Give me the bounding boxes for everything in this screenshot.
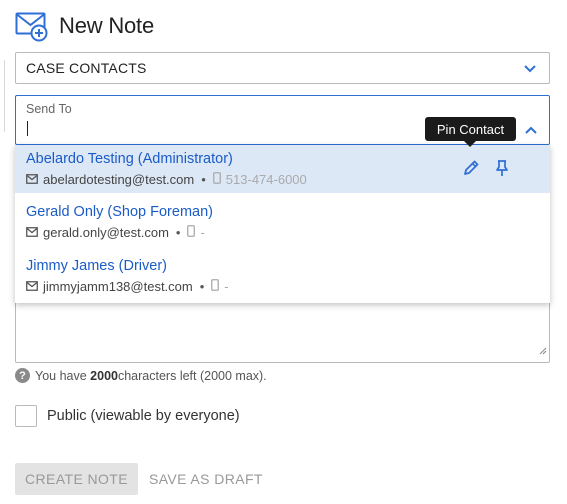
separator-dot: •: [199, 279, 205, 294]
mail-icon: [26, 225, 38, 240]
pin-contact-tooltip: Pin Contact: [425, 117, 516, 147]
contact-name: Abelardo Testing: [26, 151, 134, 167]
contact-option[interactable]: Abelardo Testing (Administrator) abelard…: [15, 145, 550, 193]
page-header: New Note: [15, 10, 154, 42]
side-panel-edge: [0, 60, 5, 132]
char-count-prefix: You have: [35, 368, 87, 383]
send-to-label: Send To: [26, 102, 72, 116]
public-checkbox-label: Public (viewable by everyone): [47, 408, 240, 424]
contact-name: Jimmy James: [26, 258, 115, 274]
mail-plus-icon: [15, 10, 49, 42]
phone-icon: [211, 279, 220, 294]
character-counter: ? You have 2000 characters left (2000 ma…: [15, 368, 267, 383]
pin-icon[interactable]: [494, 159, 510, 182]
mail-icon: [26, 279, 38, 294]
contact-phone: -: [224, 279, 229, 294]
char-count-value: 2000: [90, 368, 118, 383]
contact-phone: 513-474-6000: [225, 172, 307, 187]
phone-icon: [187, 225, 196, 240]
public-checkbox[interactable]: [15, 405, 37, 427]
contact-phone: -: [200, 225, 205, 240]
contact-option[interactable]: Gerald Only (Shop Foreman) gerald.only@t…: [15, 198, 550, 246]
help-icon[interactable]: ?: [15, 368, 30, 383]
edit-pencil-icon[interactable]: [462, 159, 480, 182]
category-select[interactable]: CASE CONTACTS: [15, 52, 550, 84]
chevron-down-icon[interactable]: [523, 62, 537, 80]
contact-dropdown: Abelardo Testing (Administrator) abelard…: [15, 145, 550, 303]
public-option: Public (viewable by everyone): [15, 405, 240, 427]
create-note-button[interactable]: CREATE NOTE: [15, 463, 138, 495]
text-cursor: [27, 121, 28, 136]
note-body-textarea[interactable]: [15, 300, 550, 363]
contact-role: (Administrator): [137, 151, 233, 167]
char-count-suffix: characters left (2000 max).: [117, 368, 267, 383]
contact-name: Gerald Only: [26, 204, 104, 220]
page-title: New Note: [59, 13, 154, 38]
mail-icon: [26, 172, 38, 187]
contact-role: (Shop Foreman): [107, 204, 213, 220]
separator-dot: •: [175, 225, 181, 240]
contact-role: (Driver): [118, 258, 167, 274]
contact-option[interactable]: Jimmy James (Driver) jimmyjamm138@test.c…: [15, 252, 550, 300]
save-draft-button[interactable]: SAVE AS DRAFT: [149, 463, 263, 495]
separator-dot: •: [201, 172, 206, 187]
contact-email: gerald.only@test.com: [43, 225, 169, 240]
contact-email: jimmyjamm138@test.com: [43, 279, 193, 294]
chevron-up-icon[interactable]: [524, 123, 538, 141]
category-select-value: CASE CONTACTS: [26, 60, 147, 76]
phone-icon: [212, 172, 221, 187]
contact-email: abelardotesting@test.com: [43, 172, 195, 187]
resize-grip-icon[interactable]: [539, 342, 547, 360]
